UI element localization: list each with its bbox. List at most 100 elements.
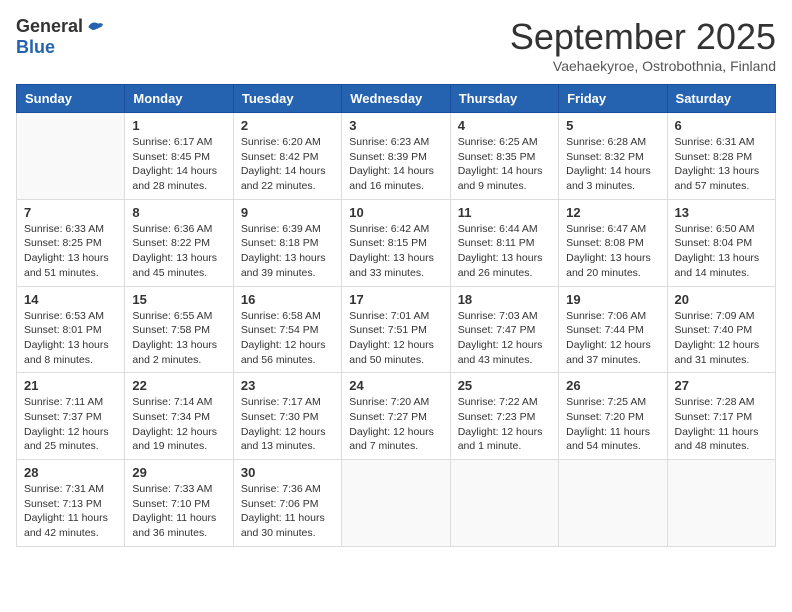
day-info: Sunrise: 6:58 AMSunset: 7:54 PMDaylight:… [241, 309, 334, 368]
day-info: Sunrise: 7:11 AMSunset: 7:37 PMDaylight:… [24, 395, 117, 454]
day-info: Sunrise: 7:09 AMSunset: 7:40 PMDaylight:… [675, 309, 768, 368]
day-number: 2 [241, 118, 334, 133]
day-info: Sunrise: 7:03 AMSunset: 7:47 PMDaylight:… [458, 309, 551, 368]
day-number: 23 [241, 378, 334, 393]
logo-blue-text: Blue [16, 37, 55, 58]
calendar-cell: 24 Sunrise: 7:20 AMSunset: 7:27 PMDayligh… [342, 373, 450, 460]
calendar-cell: 6 Sunrise: 6:31 AMSunset: 8:28 PMDaylight… [667, 113, 775, 200]
day-info: Sunrise: 7:01 AMSunset: 7:51 PMDaylight:… [349, 309, 442, 368]
day-number: 22 [132, 378, 225, 393]
calendar-cell: 3 Sunrise: 6:23 AMSunset: 8:39 PMDaylight… [342, 113, 450, 200]
logo: General Blue [16, 16, 105, 58]
calendar-cell [17, 113, 125, 200]
day-number: 5 [566, 118, 659, 133]
location-subtitle: Vaehaekyroe, Ostrobothnia, Finland [510, 58, 776, 74]
week-row-1: 1Sunrise: 6:17 AMSunset: 8:45 PMDaylight… [17, 113, 776, 200]
day-number: 4 [458, 118, 551, 133]
day-number: 10 [349, 205, 442, 220]
week-row-3: 14 Sunrise: 6:53 AMSunset: 8:01 PMDayligh… [17, 286, 776, 373]
calendar-cell: 21 Sunrise: 7:11 AMSunset: 7:37 PMDayligh… [17, 373, 125, 460]
day-info: Sunrise: 7:14 AMSunset: 7:34 PMDaylight:… [132, 395, 225, 454]
logo-bird-icon [85, 17, 105, 37]
day-info: Sunrise: 6:20 AMSunset: 8:42 PMDaylight:… [241, 135, 334, 194]
day-info: Sunrise: 7:25 AMSunset: 7:20 PMDaylight:… [566, 395, 659, 454]
day-info: Sunrise: 6:47 AMSunset: 8:08 PMDaylight:… [566, 222, 659, 281]
logo-general-text: General [16, 16, 83, 37]
column-header-monday: Monday [125, 85, 233, 113]
week-row-4: 21 Sunrise: 7:11 AMSunset: 7:37 PMDayligh… [17, 373, 776, 460]
calendar-cell [667, 460, 775, 547]
day-info: Sunrise: 6:28 AMSunset: 8:32 PMDaylight:… [566, 135, 659, 194]
calendar-cell: 8 Sunrise: 6:36 AMSunset: 8:22 PMDaylight… [125, 199, 233, 286]
calendar-cell [559, 460, 667, 547]
day-info: Sunrise: 6:50 AMSunset: 8:04 PMDaylight:… [675, 222, 768, 281]
calendar-cell: 26 Sunrise: 7:25 AMSunset: 7:20 PMDayligh… [559, 373, 667, 460]
day-info: Sunrise: 6:23 AMSunset: 8:39 PMDaylight:… [349, 135, 442, 194]
day-info: Sunrise: 7:31 AMSunset: 7:13 PMDaylight:… [24, 482, 117, 541]
day-info: Sunrise: 7:36 AMSunset: 7:06 PMDaylight:… [241, 482, 334, 541]
calendar-cell: 13Sunrise: 6:50 AMSunset: 8:04 PMDayligh… [667, 199, 775, 286]
day-number: 7 [24, 205, 117, 220]
column-header-sunday: Sunday [17, 85, 125, 113]
day-number: 3 [349, 118, 442, 133]
calendar-cell: 10Sunrise: 6:42 AMSunset: 8:15 PMDayligh… [342, 199, 450, 286]
day-info: Sunrise: 6:39 AMSunset: 8:18 PMDaylight:… [241, 222, 334, 281]
day-info: Sunrise: 6:33 AMSunset: 8:25 PMDaylight:… [24, 222, 117, 281]
day-number: 26 [566, 378, 659, 393]
calendar-cell: 27 Sunrise: 7:28 AMSunset: 7:17 PMDayligh… [667, 373, 775, 460]
day-info: Sunrise: 6:25 AMSunset: 8:35 PMDaylight:… [458, 135, 551, 194]
day-info: Sunrise: 6:36 AMSunset: 8:22 PMDaylight:… [132, 222, 225, 281]
page-header: General Blue September 2025 Vaehaekyroe,… [16, 16, 776, 74]
day-info: Sunrise: 6:44 AMSunset: 8:11 PMDaylight:… [458, 222, 551, 281]
day-info: Sunrise: 7:28 AMSunset: 7:17 PMDaylight:… [675, 395, 768, 454]
day-number: 6 [675, 118, 768, 133]
title-block: September 2025 Vaehaekyroe, Ostrobothnia… [510, 16, 776, 74]
column-header-tuesday: Tuesday [233, 85, 341, 113]
week-row-5: 28Sunrise: 7:31 AMSunset: 7:13 PMDayligh… [17, 460, 776, 547]
day-number: 11 [458, 205, 551, 220]
day-number: 8 [132, 205, 225, 220]
calendar-cell: 17 Sunrise: 7:01 AMSunset: 7:51 PMDayligh… [342, 286, 450, 373]
calendar-cell: 1Sunrise: 6:17 AMSunset: 8:45 PMDaylight… [125, 113, 233, 200]
calendar-cell: 18 Sunrise: 7:03 AMSunset: 7:47 PMDayligh… [450, 286, 558, 373]
calendar-header-row: SundayMondayTuesdayWednesdayThursdayFrid… [17, 85, 776, 113]
column-header-wednesday: Wednesday [342, 85, 450, 113]
day-number: 14 [24, 292, 117, 307]
day-info: Sunrise: 6:53 AMSunset: 8:01 PMDaylight:… [24, 309, 117, 368]
calendar-cell: 30 Sunrise: 7:36 AMSunset: 7:06 PMDayligh… [233, 460, 341, 547]
calendar-cell: 9Sunrise: 6:39 AMSunset: 8:18 PMDaylight… [233, 199, 341, 286]
day-number: 27 [675, 378, 768, 393]
calendar-cell: 11 Sunrise: 6:44 AMSunset: 8:11 PMDayligh… [450, 199, 558, 286]
day-number: 20 [675, 292, 768, 307]
calendar-cell: 23 Sunrise: 7:17 AMSunset: 7:30 PMDayligh… [233, 373, 341, 460]
day-number: 30 [241, 465, 334, 480]
day-info: Sunrise: 7:22 AMSunset: 7:23 PMDaylight:… [458, 395, 551, 454]
calendar-cell: 15Sunrise: 6:55 AMSunset: 7:58 PMDayligh… [125, 286, 233, 373]
day-number: 24 [349, 378, 442, 393]
calendar-cell: 5 Sunrise: 6:28 AMSunset: 8:32 PMDaylight… [559, 113, 667, 200]
calendar-cell [342, 460, 450, 547]
calendar-cell: 12Sunrise: 6:47 AMSunset: 8:08 PMDayligh… [559, 199, 667, 286]
calendar-table: SundayMondayTuesdayWednesdayThursdayFrid… [16, 84, 776, 547]
day-number: 18 [458, 292, 551, 307]
calendar-cell: 19Sunrise: 7:06 AMSunset: 7:44 PMDayligh… [559, 286, 667, 373]
calendar-cell: 16 Sunrise: 6:58 AMSunset: 7:54 PMDayligh… [233, 286, 341, 373]
calendar-cell: 25Sunrise: 7:22 AMSunset: 7:23 PMDayligh… [450, 373, 558, 460]
day-number: 21 [24, 378, 117, 393]
month-title: September 2025 [510, 16, 776, 58]
day-info: Sunrise: 7:20 AMSunset: 7:27 PMDaylight:… [349, 395, 442, 454]
day-number: 16 [241, 292, 334, 307]
column-header-saturday: Saturday [667, 85, 775, 113]
day-info: Sunrise: 6:55 AMSunset: 7:58 PMDaylight:… [132, 309, 225, 368]
column-header-friday: Friday [559, 85, 667, 113]
calendar-cell [450, 460, 558, 547]
day-info: Sunrise: 7:33 AMSunset: 7:10 PMDaylight:… [132, 482, 225, 541]
calendar-cell: 22 Sunrise: 7:14 AMSunset: 7:34 PMDayligh… [125, 373, 233, 460]
day-info: Sunrise: 7:06 AMSunset: 7:44 PMDaylight:… [566, 309, 659, 368]
calendar-cell: 28Sunrise: 7:31 AMSunset: 7:13 PMDayligh… [17, 460, 125, 547]
calendar-cell: 20 Sunrise: 7:09 AMSunset: 7:40 PMDayligh… [667, 286, 775, 373]
day-info: Sunrise: 6:31 AMSunset: 8:28 PMDaylight:… [675, 135, 768, 194]
day-number: 17 [349, 292, 442, 307]
day-info: Sunrise: 7:17 AMSunset: 7:30 PMDaylight:… [241, 395, 334, 454]
week-row-2: 7 Sunrise: 6:33 AMSunset: 8:25 PMDaylight… [17, 199, 776, 286]
